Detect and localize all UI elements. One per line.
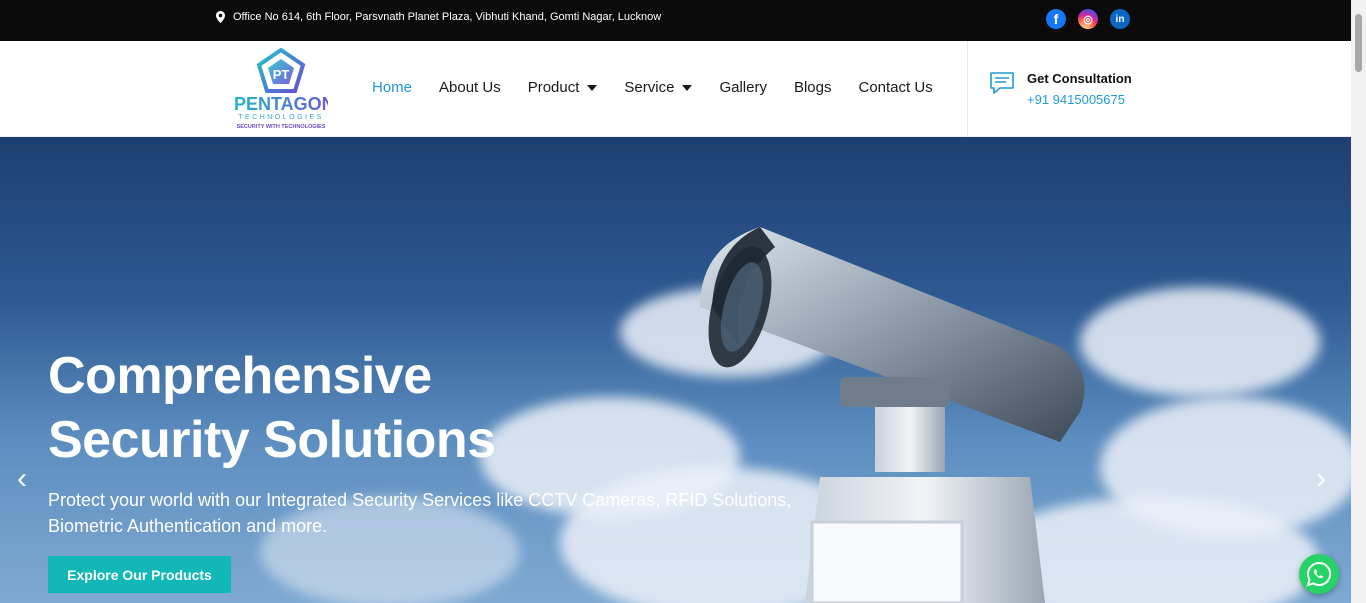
consultation-box[interactable]: Get Consultation +91 9415005675 — [989, 71, 1132, 107]
consultation-phone[interactable]: +91 9415005675 — [1027, 92, 1132, 107]
caret-down-icon — [587, 84, 598, 91]
address: Office No 614, 6th Floor, Parsvnath Plan… — [216, 11, 661, 23]
hero-title-line1: Comprehensive — [48, 347, 432, 405]
top-bar: Office No 614, 6th Floor, Parsvnath Plan… — [0, 0, 1351, 41]
nav-about-us[interactable]: About Us — [439, 79, 501, 96]
caret-down-icon — [682, 84, 693, 91]
logo-word: PENTAGON — [234, 94, 335, 114]
hero-banner: Comprehensive Security Solutions Protect… — [0, 137, 1351, 603]
logo-subtitle: TECHNOLOGIES — [238, 114, 324, 121]
nav-service-label: Service — [624, 79, 675, 96]
nav-product[interactable]: Product — [528, 79, 598, 96]
social-links: f ◎ in — [1046, 9, 1130, 29]
hero-title-line2: Security Solutions — [48, 411, 496, 469]
logo[interactable]: PT PENTAGON TECHNOLOGIES SECURITY WITH T… — [234, 47, 335, 132]
instagram-icon[interactable]: ◎ — [1078, 9, 1098, 29]
explore-products-button[interactable]: Explore Our Products — [48, 556, 231, 593]
header-divider — [967, 41, 968, 137]
nav-product-label: Product — [527, 79, 580, 96]
hero-title: Comprehensive Security Solutions — [48, 344, 496, 472]
main-nav: Home About Us Product Service Gallery Bl… — [372, 79, 960, 96]
pentagon-logo-icon: PT — [256, 47, 306, 99]
page-scrollbar[interactable] — [1351, 0, 1366, 603]
location-pin-icon — [216, 11, 225, 23]
consultation-title: Get Consultation — [1027, 71, 1132, 86]
slider-prev-arrow-icon[interactable]: ‹ — [17, 462, 27, 496]
scrollbar-thumb[interactable] — [1355, 14, 1362, 72]
linkedin-icon[interactable]: in — [1110, 9, 1130, 29]
chat-message-icon — [989, 71, 1015, 107]
logo-tagline: SECURITY WITH TECHNOLOGIES — [236, 124, 326, 130]
site-header: PT PENTAGON TECHNOLOGIES SECURITY WITH T… — [0, 41, 1351, 137]
nav-blogs[interactable]: Blogs — [794, 79, 832, 96]
nav-service[interactable]: Service — [624, 79, 693, 96]
nav-gallery[interactable]: Gallery — [719, 79, 767, 96]
address-text: Office No 614, 6th Floor, Parsvnath Plan… — [233, 11, 662, 23]
facebook-icon[interactable]: f — [1046, 9, 1066, 29]
slider-next-arrow-icon[interactable]: › — [1316, 462, 1326, 496]
nav-contact-us[interactable]: Contact Us — [859, 79, 933, 96]
whatsapp-icon[interactable] — [1299, 554, 1339, 594]
logo-badge: PT — [273, 67, 290, 82]
hero-subtitle: Protect your world with our Integrated S… — [48, 490, 792, 536]
nav-home[interactable]: Home — [372, 79, 412, 96]
